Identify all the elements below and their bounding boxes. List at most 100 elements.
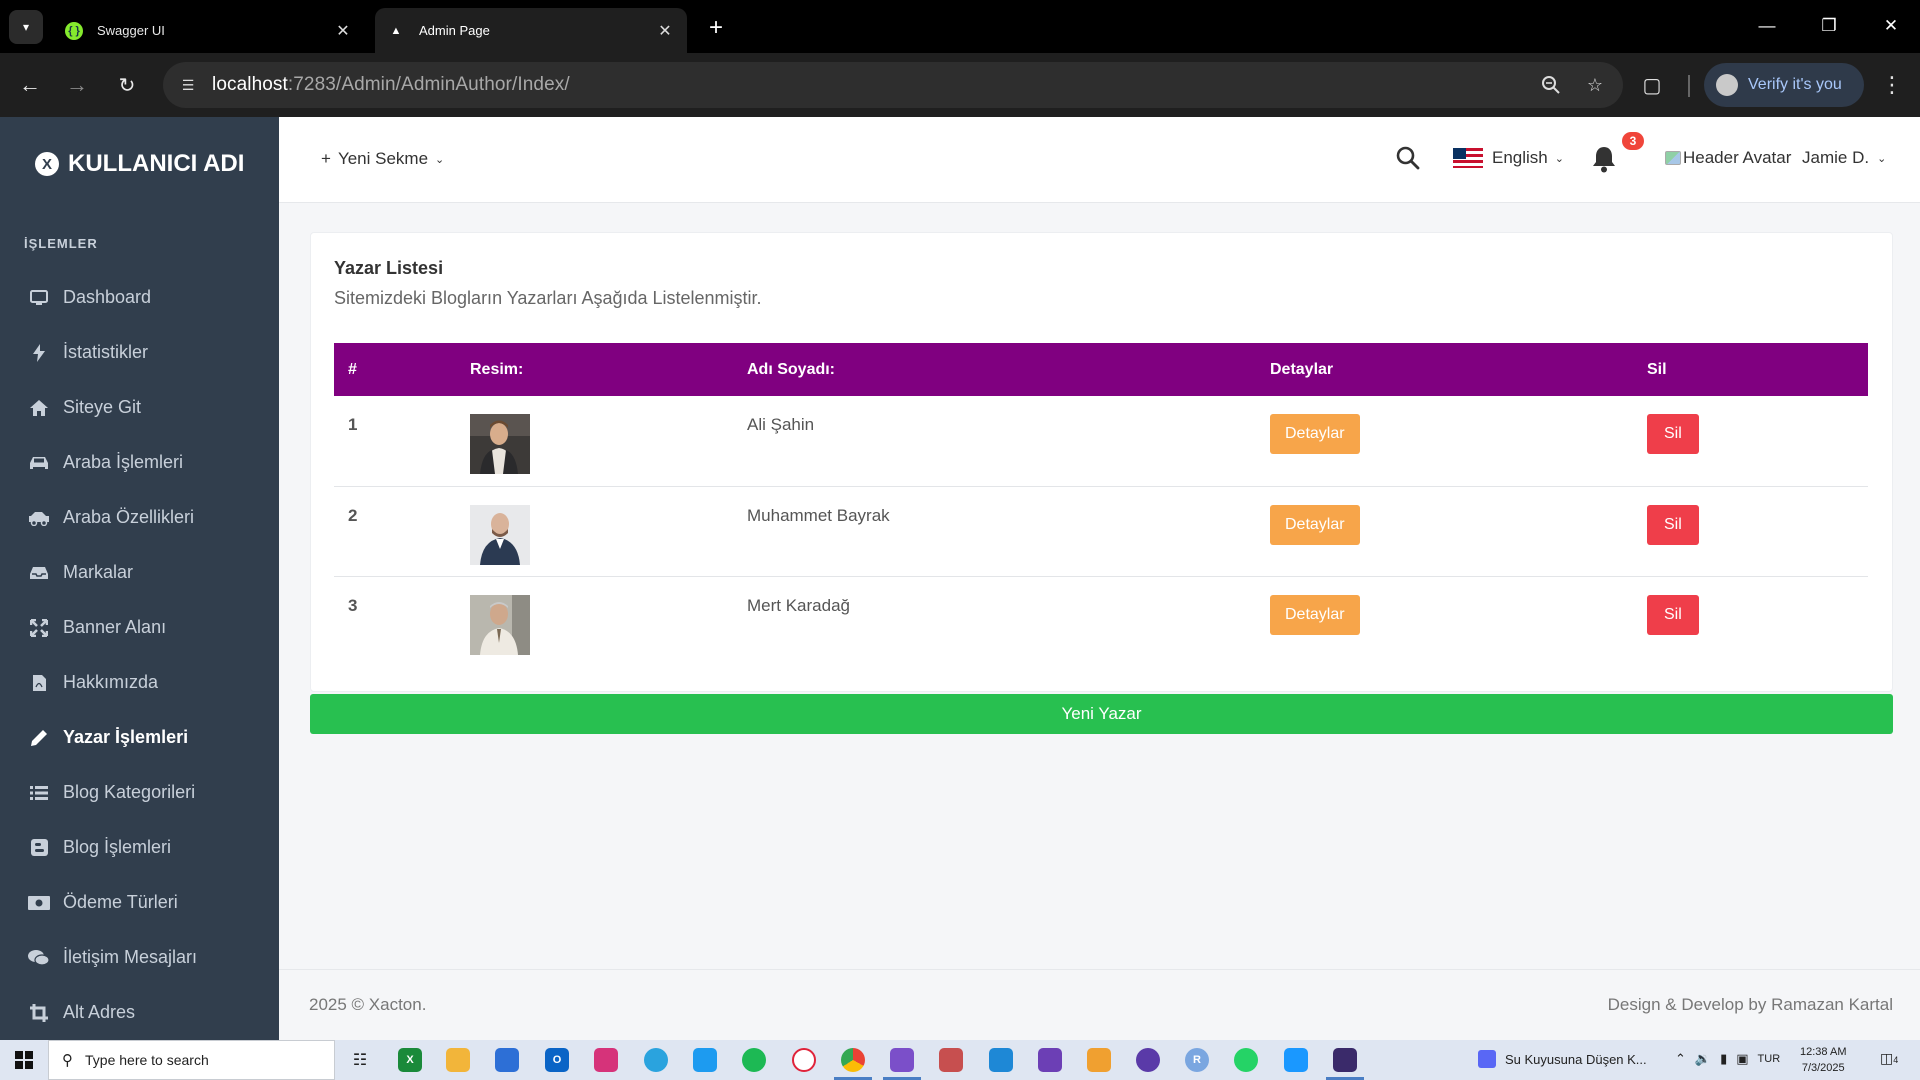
delete-button[interactable]: Sil [1647,504,1699,545]
r-app-icon[interactable]: R [1185,1048,1209,1072]
close-icon[interactable]: ✕ [333,21,353,41]
window-close-button[interactable]: ✕ [1868,10,1914,42]
sidebar-item-alt-adres[interactable]: Alt Adres [0,985,279,1040]
file-explorer-icon[interactable] [446,1048,470,1072]
outlook-icon[interactable]: O [545,1048,569,1072]
top-header: + Yeni Sekme ⌄ English ⌄ 3 Header Avatar… [279,117,1920,203]
telegram-icon[interactable] [644,1048,668,1072]
app-icon[interactable] [939,1048,963,1072]
sidebar-item-banner-alani[interactable]: Banner Alanı [0,600,279,655]
chevron-up-icon[interactable]: ⌃ [1675,1051,1686,1067]
delete-button[interactable]: Sil [1647,594,1699,635]
minimize-button[interactable]: — [1744,10,1790,42]
table-row: 3 Mert Karadağ Detaylar Sil [334,576,1868,666]
sidebar-item-blog-islemleri[interactable]: Blog İşlemleri [0,820,279,875]
taskbar-clock[interactable]: 12:38 AM 7/3/2025 [1800,1044,1846,1076]
address-bar[interactable]: ☰ localhost:7283/Admin/AdminAuthor/Index… [163,62,1623,108]
network-icon[interactable]: ▣ [1736,1051,1748,1067]
task-view-icon[interactable]: ☷ [348,1048,372,1072]
vscode-icon[interactable] [989,1048,1013,1072]
author-name: Mert Karadağ [747,595,850,615]
sidebar-item-label: İletişim Mesajları [63,947,198,967]
prime-video-icon[interactable] [1284,1048,1308,1072]
volume-icon[interactable]: 🔉 [1695,1051,1711,1067]
us-flag-icon [1453,148,1483,168]
chevron-down-icon: ⌄ [1554,152,1564,165]
app-icon[interactable] [1333,1048,1357,1072]
sidebar-item-hakkimizda[interactable]: Hakkımızda [0,655,279,710]
profile-verify-button[interactable]: Verify it's you [1704,63,1864,107]
app-icon[interactable] [1136,1048,1160,1072]
visual-studio-icon[interactable] [1038,1048,1062,1072]
chrome-icon[interactable] [841,1048,865,1072]
clock-time: 12:38 AM [1800,1046,1847,1058]
whatsapp-icon[interactable] [1234,1048,1258,1072]
chevron-down-icon: ⌄ [435,153,445,166]
visual-studio-icon[interactable] [890,1048,914,1072]
spotify-icon[interactable] [742,1048,766,1072]
media-icon [1478,1050,1496,1068]
close-icon[interactable]: ✕ [655,21,675,41]
sidebar-item-siteye-git[interactable]: Siteye Git [0,380,279,435]
admin-triangle-icon: ▲ [390,24,402,37]
sidebar-item-label: Yazar İşlemleri [63,727,189,747]
taskbar-search-input[interactable]: ⚲ Type here to search [48,1040,335,1080]
details-button[interactable]: Detaylar [1270,504,1360,545]
browser-toolbar: ← → ↻ ☰ localhost:7283/Admin/AdminAuthor… [0,53,1920,117]
zoom-icon[interactable] [1535,69,1567,101]
new-tab-dropdown[interactable]: + Yeni Sekme ⌄ [321,149,444,169]
app-icon[interactable] [1087,1048,1111,1072]
battery-icon[interactable]: ▮ [1720,1051,1727,1067]
sidebar-item-markalar[interactable]: Markalar [0,545,279,600]
brand[interactable]: X KULLANICI ADI [35,150,244,178]
back-button[interactable]: ← [14,69,46,101]
notification-center-icon[interactable]: ◫4 [1880,1050,1900,1070]
sidebar-item-iletisim-mesajlari[interactable]: İletişim Mesajları [0,930,279,985]
instagram-icon[interactable] [594,1048,618,1072]
restore-button[interactable]: ❐ [1806,10,1852,42]
twitter-icon[interactable] [693,1048,717,1072]
sidebar-menu: Dashboard İstatistikler Siteye Git Araba… [0,270,279,1040]
new-tab-button[interactable]: + [700,12,732,44]
tab-swagger[interactable]: { } Swagger UI ✕ [53,8,365,53]
sidebar-item-yazar-islemleri[interactable]: Yazar İşlemleri [0,710,279,765]
tab-admin-page[interactable]: ▲ Admin Page ✕ [375,8,687,53]
sidebar-item-araba-islemleri[interactable]: Araba İşlemleri [0,435,279,490]
opera-icon[interactable] [792,1048,816,1072]
language-dropdown[interactable]: English ⌄ [1453,148,1564,168]
user-menu[interactable]: Jamie D. ⌄ [1802,148,1886,168]
search-icon[interactable] [1395,145,1425,175]
delete-button[interactable]: Sil [1647,414,1699,454]
car-icon [28,452,50,474]
input-language[interactable]: TUR [1758,1053,1781,1065]
header-avatar[interactable]: Header Avatar [1665,148,1791,168]
store-icon[interactable] [495,1048,519,1072]
details-button[interactable]: Detaylar [1270,594,1360,635]
sidebar-section-title: İŞLEMLER [24,236,98,251]
windows-start-icon[interactable] [0,1040,48,1080]
sidebar-item-dashboard[interactable]: Dashboard [0,270,279,325]
new-author-button[interactable]: Yeni Yazar [310,694,1893,734]
page-footer: 2025 © Xacton. Design & Develop by Ramaz… [279,969,1920,1040]
media-widget[interactable]: Su Kuyusuna Düşen K... [1478,1050,1647,1068]
column-header: # [334,343,456,396]
reload-button[interactable]: ↻ [111,69,143,101]
site-settings-icon[interactable]: ☰ [178,75,198,95]
author-photo [470,504,530,565]
forward-button[interactable]: → [61,69,93,101]
details-button[interactable]: Detaylar [1270,414,1360,454]
sidebar-item-araba-ozellikleri[interactable]: Araba Özellikleri [0,490,279,545]
notification-bell-icon[interactable] [1591,145,1619,175]
url-text[interactable]: localhost:7283/Admin/AdminAuthor/Index/ [212,74,1535,96]
sidebar-item-istatistikler[interactable]: İstatistikler [0,325,279,380]
xbox-icon[interactable]: X [398,1048,422,1072]
sidebar-item-label: Ödeme Türleri [63,892,178,912]
sidebar-item-label: Banner Alanı [63,617,167,637]
browser-menu-icon[interactable]: ⋮ [1880,69,1904,101]
extensions-icon[interactable]: ▢ [1636,69,1668,101]
tab-search-button[interactable]: ▾ [9,10,43,44]
sidebar-item-blog-kategorileri[interactable]: Blog Kategorileri [0,765,279,820]
sidebar-item-odeme-turleri[interactable]: Ödeme Türleri [0,875,279,930]
profile-avatar [1716,74,1738,96]
bookmark-star-icon[interactable]: ☆ [1579,69,1611,101]
